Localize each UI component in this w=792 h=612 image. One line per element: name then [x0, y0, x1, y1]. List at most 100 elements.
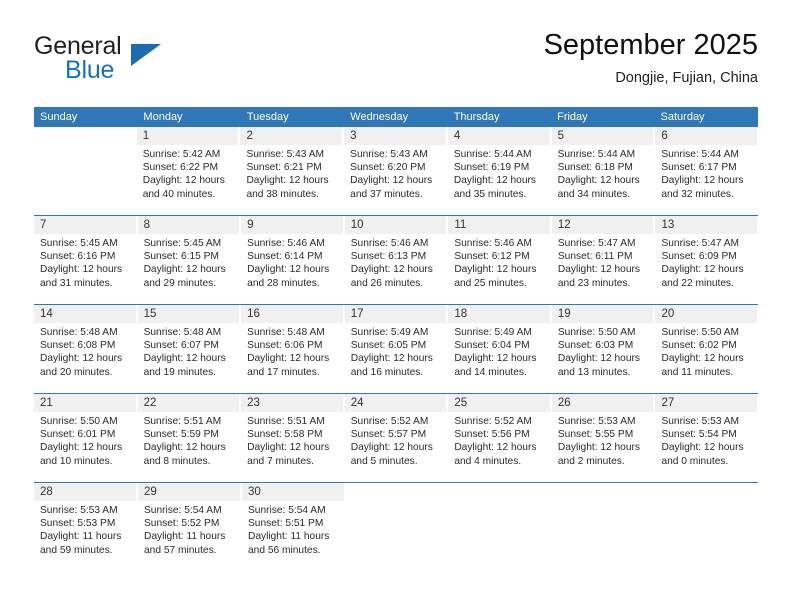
day-cell[interactable]: 5 Sunrise: 5:44 AM Sunset: 6:18 PM Daylight…	[551, 127, 656, 215]
day-cell[interactable]: 4 Sunrise: 5:44 AM Sunset: 6:19 PM Daylight…	[447, 127, 552, 215]
page-header: General Blue September 2025 Dongjie, Fuj…	[34, 28, 758, 98]
day-number: 28	[34, 483, 137, 501]
day-details: Sunrise: 5:45 AM Sunset: 6:15 PM Daylight:…	[138, 234, 241, 296]
day-cell[interactable]: 19 Sunrise: 5:50 AM Sunset: 6:03 PM Dayligh…	[551, 305, 656, 393]
day-cell[interactable]: 12 Sunrise: 5:47 AM Sunset: 6:11 PM Dayligh…	[551, 216, 656, 304]
day-detail-line: Sunrise: 5:48 AM	[143, 327, 222, 338]
day-number: 8	[137, 216, 241, 234]
day-detail-line: Sunrise: 5:46 AM	[247, 238, 325, 249]
day-detail-line: Sunrise: 5:50 AM	[557, 327, 636, 338]
day-details: Sunrise: 5:50 AM Sunset: 6:02 PM Daylight:…	[655, 323, 758, 385]
weekday-header-saturday: Saturday	[660, 111, 705, 123]
day-cell[interactable]: 25 Sunrise: 5:52 AM Sunset: 5:56 PM Dayligh…	[448, 394, 552, 482]
day-detail-line: and 13 minutes.	[557, 366, 631, 378]
day-detail-line: Daylight: 12 hours	[557, 353, 641, 365]
day-cell[interactable]: 30 Sunrise: 5:54 AM Sunset: 5:51 PM Dayligh…	[242, 483, 346, 571]
day-details: Sunrise: 5:53 AM Sunset: 5:53 PM Daylight:…	[34, 501, 137, 563]
day-detail-line: Daylight: 12 hours	[661, 175, 744, 187]
title-block: September 2025 Dongjie, Fujian, China	[544, 28, 758, 88]
day-detail-line: Daylight: 12 hours	[350, 175, 433, 187]
day-number: 26	[551, 394, 655, 412]
day-cell[interactable]: 26 Sunrise: 5:53 AM Sunset: 5:55 PM Dayligh…	[551, 394, 656, 482]
day-detail-line: Sunset: 6:08 PM	[40, 340, 116, 352]
day-detail-line: Daylight: 12 hours	[247, 353, 330, 365]
day-details: Sunrise: 5:52 AM Sunset: 5:57 PM Daylight:…	[345, 412, 448, 474]
day-cell[interactable]: 9 Sunrise: 5:46 AM Sunset: 6:14 PM Daylight…	[241, 216, 345, 304]
day-cell[interactable]: 2 Sunrise: 5:43 AM Sunset: 6:21 PM Daylight…	[240, 127, 345, 215]
day-number: 14	[34, 305, 137, 323]
day-detail-line: Sunset: 5:53 PM	[40, 518, 116, 530]
triangle-icon	[131, 44, 161, 66]
day-cell[interactable]: 16 Sunrise: 5:48 AM Sunset: 6:06 PM Dayligh…	[241, 305, 345, 393]
day-cell[interactable]: 24 Sunrise: 5:52 AM Sunset: 5:57 PM Dayligh…	[344, 394, 449, 482]
day-detail-line: Sunset: 6:12 PM	[454, 251, 530, 263]
day-detail-line: Sunset: 6:16 PM	[40, 251, 116, 263]
day-cell[interactable]: 1 Sunrise: 5:42 AM Sunset: 6:22 PM Daylight…	[136, 127, 241, 215]
day-detail-line: Sunset: 6:22 PM	[142, 162, 219, 174]
day-detail-line: Sunrise: 5:51 AM	[247, 416, 325, 427]
day-details: Sunrise: 5:54 AM Sunset: 5:51 PM Daylight:…	[242, 501, 345, 563]
day-detail-line: Sunset: 5:56 PM	[454, 429, 530, 441]
day-detail-line: Sunrise: 5:54 AM	[144, 505, 222, 516]
day-cell[interactable]: 22 Sunrise: 5:51 AM Sunset: 5:59 PM Dayligh…	[137, 394, 242, 482]
weekday-header-friday: Friday	[557, 111, 588, 123]
day-detail-line: and 7 minutes.	[247, 455, 314, 467]
day-cell[interactable]: 18 Sunrise: 5:49 AM Sunset: 6:04 PM Dayligh…	[448, 305, 552, 393]
day-detail-line: Daylight: 12 hours	[247, 442, 330, 454]
day-cell[interactable]: 20 Sunrise: 5:50 AM Sunset: 6:02 PM Dayligh…	[655, 305, 759, 393]
day-cell[interactable]: 23 Sunrise: 5:51 AM Sunset: 5:58 PM Dayligh…	[241, 394, 345, 482]
day-cell[interactable]: 6 Sunrise: 5:44 AM Sunset: 6:17 PM Daylight…	[655, 127, 759, 215]
day-detail-line: Sunrise: 5:47 AM	[661, 238, 740, 249]
day-detail-line: and 56 minutes.	[248, 544, 321, 556]
day-cell[interactable]: 10 Sunrise: 5:46 AM Sunset: 6:13 PM Dayligh…	[344, 216, 449, 304]
day-detail-line: Daylight: 12 hours	[143, 353, 226, 365]
day-detail-line: and 32 minutes.	[661, 188, 734, 200]
day-number: 30	[242, 483, 345, 501]
day-cell[interactable]: 15 Sunrise: 5:48 AM Sunset: 6:07 PM Dayligh…	[137, 305, 242, 393]
day-details: Sunrise: 5:53 AM Sunset: 5:55 PM Daylight:…	[552, 412, 655, 474]
day-detail-line: and 59 minutes.	[40, 544, 113, 556]
day-number: 3	[344, 127, 447, 145]
day-cell[interactable]: 14 Sunrise: 5:48 AM Sunset: 6:08 PM Dayligh…	[34, 305, 138, 393]
day-number: 2	[240, 127, 344, 145]
weekday-header-tuesday: Tuesday	[246, 111, 289, 123]
day-number: 17	[344, 305, 448, 323]
day-detail-line: Sunrise: 5:53 AM	[40, 505, 118, 516]
day-detail-line: Daylight: 12 hours	[40, 353, 123, 365]
day-detail-line: and 19 minutes.	[143, 366, 217, 378]
day-cell[interactable]: 8 Sunrise: 5:45 AM Sunset: 6:15 PM Daylight…	[137, 216, 242, 304]
day-detail-line: Daylight: 12 hours	[557, 442, 641, 454]
day-detail-line: Sunrise: 5:42 AM	[142, 149, 221, 160]
day-detail-line: Daylight: 12 hours	[453, 175, 536, 187]
day-detail-line: Sunset: 6:20 PM	[350, 162, 426, 174]
day-details: Sunrise: 5:53 AM Sunset: 5:54 PM Daylight:…	[655, 412, 758, 474]
day-detail-line: and 11 minutes.	[661, 366, 734, 378]
day-detail-line: and 34 minutes.	[557, 188, 631, 200]
day-cell[interactable]: 27 Sunrise: 5:53 AM Sunset: 5:54 PM Dayligh…	[655, 394, 759, 482]
day-detail-line: and 0 minutes.	[661, 455, 729, 467]
day-details: Sunrise: 5:47 AM Sunset: 6:09 PM Daylight:…	[655, 234, 758, 296]
day-cell[interactable]: 11 Sunrise: 5:46 AM Sunset: 6:12 PM Dayligh…	[448, 216, 552, 304]
day-number: 13	[655, 216, 759, 234]
day-detail-line: Daylight: 12 hours	[557, 175, 640, 187]
day-detail-line: Sunrise: 5:50 AM	[40, 416, 118, 427]
calendar-week-row: 14 Sunrise: 5:48 AM Sunset: 6:08 PM Dayligh…	[34, 304, 759, 393]
day-cell[interactable]: 7 Sunrise: 5:45 AM Sunset: 6:16 PM Daylight…	[34, 216, 138, 304]
day-cell[interactable]: 3 Sunrise: 5:43 AM Sunset: 6:20 PM Daylight…	[344, 127, 448, 215]
day-detail-line: Sunset: 5:52 PM	[144, 518, 220, 530]
weekday-header-row: Sunday Monday Tuesday Wednesday Thursday Frid…	[34, 107, 758, 127]
calendar-page: General Blue September 2025 Dongjie, Fuj…	[0, 0, 792, 612]
day-cell[interactable]: 28 Sunrise: 5:53 AM Sunset: 5:53 PM Dayligh…	[34, 483, 138, 571]
day-cell[interactable]: 21 Sunrise: 5:50 AM Sunset: 6:01 PM Dayligh…	[34, 394, 138, 482]
empty-day-cell	[346, 483, 449, 571]
day-number: 18	[448, 305, 551, 323]
day-details: Sunrise: 5:50 AM Sunset: 6:01 PM Daylight:…	[34, 412, 137, 474]
day-detail-line: and 14 minutes.	[454, 366, 527, 378]
day-detail-line: Daylight: 12 hours	[142, 175, 225, 187]
day-cell[interactable]: 29 Sunrise: 5:54 AM Sunset: 5:52 PM Dayligh…	[138, 483, 242, 571]
location-subtitle: Dongjie, Fujian, China	[615, 70, 758, 86]
day-cell[interactable]: 13 Sunrise: 5:47 AM Sunset: 6:09 PM Dayligh…	[655, 216, 759, 304]
day-details: Sunrise: 5:45 AM Sunset: 6:16 PM Daylight:…	[34, 234, 137, 296]
day-number: 1	[136, 127, 240, 145]
day-cell[interactable]: 17 Sunrise: 5:49 AM Sunset: 6:05 PM Dayligh…	[344, 305, 449, 393]
